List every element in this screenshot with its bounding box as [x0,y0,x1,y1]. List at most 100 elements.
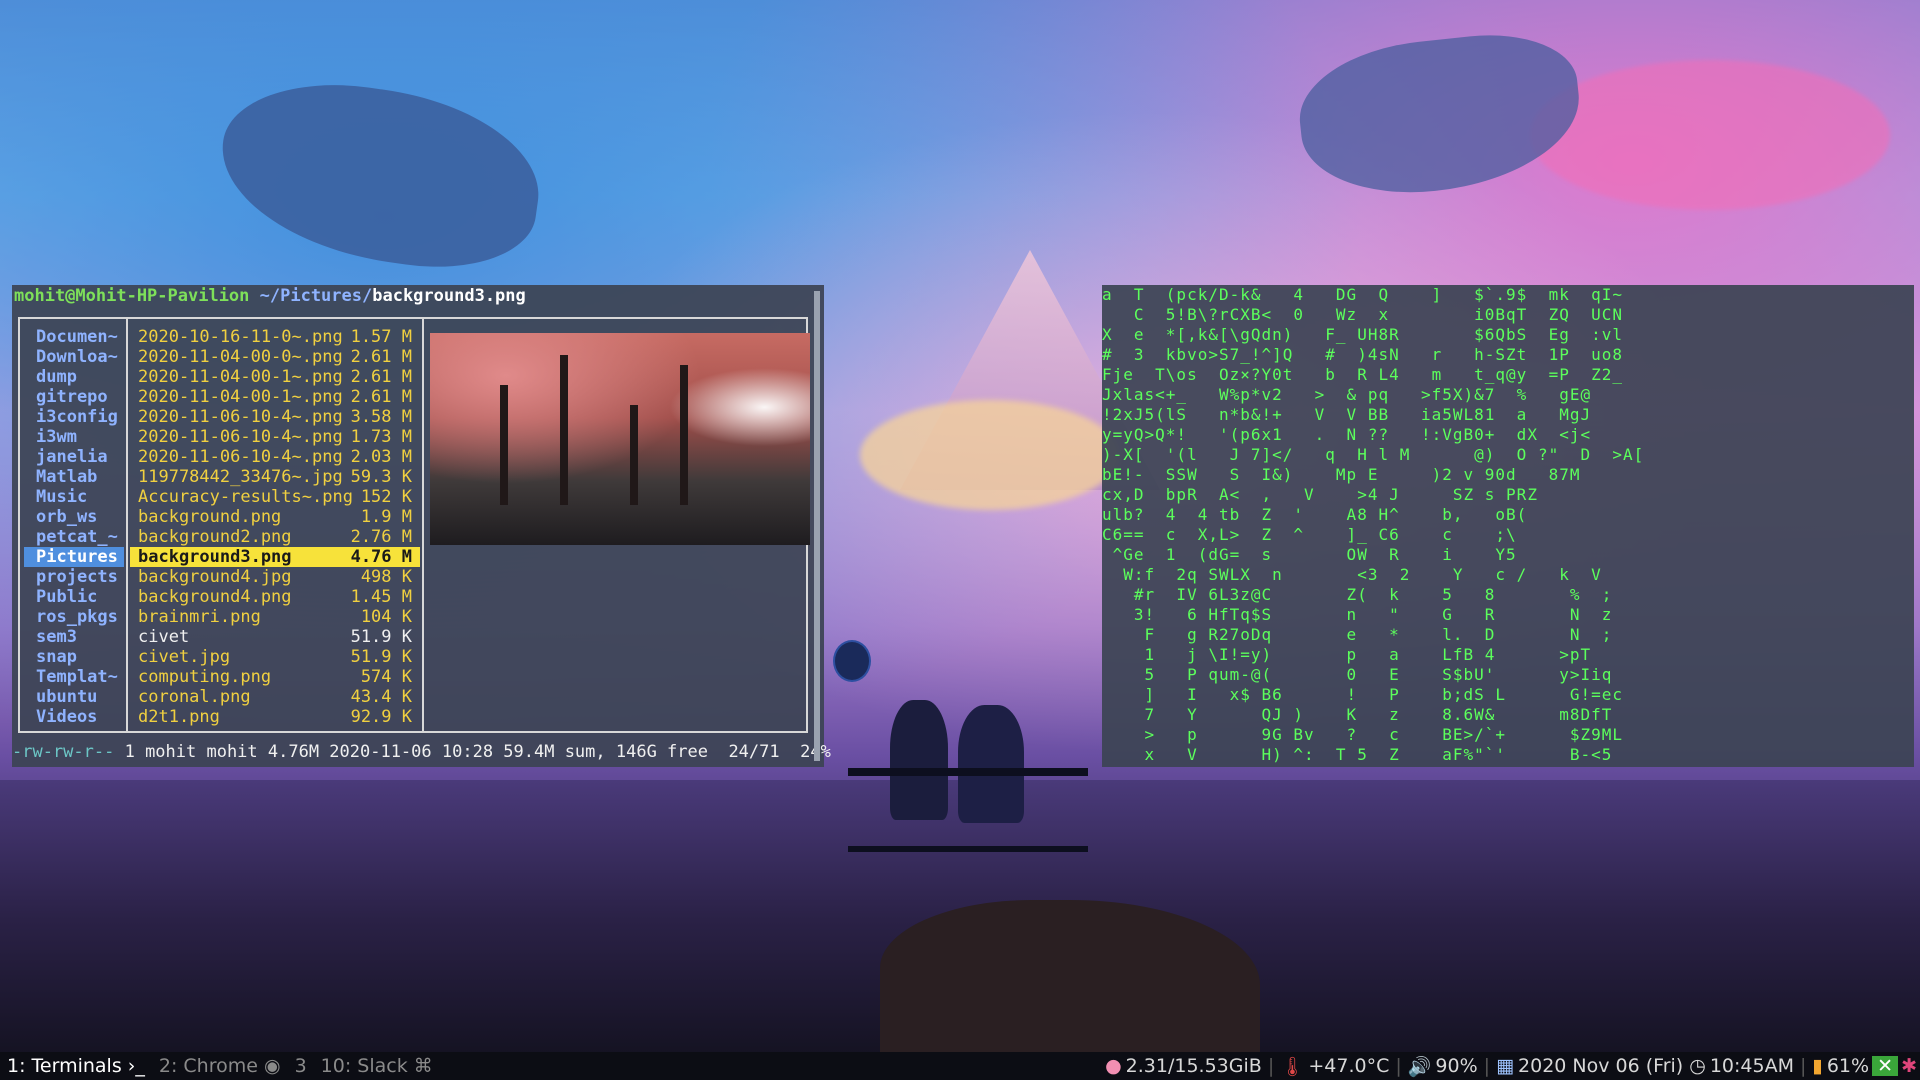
ranger-title: mohit@Mohit-HP-Pavilion ~/Pictures/backg… [14,285,526,307]
ranger-terminal-window[interactable]: mohit@Mohit-HP-Pavilion ~/Pictures/backg… [12,285,831,767]
file-item[interactable]: 2020-11-04-00-1~.png 2.61 M [130,367,420,387]
separator: | [1799,1055,1807,1077]
file-name: 2020-11-04-00-1~.png [138,387,343,407]
directory-item[interactable]: sem3 [24,627,124,647]
directory-item[interactable]: janelia [24,447,124,467]
directory-item[interactable]: Matlab [24,467,124,487]
wallpaper-sun [1530,60,1890,210]
workspace-button[interactable]: 1: Terminals ›_ [0,1052,152,1080]
file-item[interactable]: background4.jpg 498 K [130,567,420,587]
file-name: Accuracy-results~.png [138,487,353,507]
file-name: d2t1.png [138,707,220,727]
parent-directory-column: Documen~ Downloa~ dump gitrepo i3config i3wm j… [24,327,124,727]
image-preview [430,333,810,545]
directory-item[interactable]: Downloa~ [24,347,124,367]
workspace-button[interactable]: 2: Chrome ◉ [152,1052,288,1080]
file-name: background4.jpg [138,567,292,587]
file-item[interactable]: civet 51.9 K [130,627,420,647]
file-item[interactable]: computing.png 574 K [130,667,420,687]
file-item[interactable]: 2020-11-06-10-4~.png 1.73 M [130,427,420,447]
file-size: 43.4 K [350,687,412,707]
file-item[interactable]: brainmri.png 104 K [130,607,420,627]
directory-item[interactable]: gitrepo [24,387,124,407]
matrix-line: ulb? 4 4 tb Z ' A8 H^ b, oB( [1102,505,1528,524]
file-name: 2020-10-16-11-0~.png [138,327,343,347]
slack-tray-icon[interactable]: ✱ [1898,1055,1920,1077]
matrix-line: !2xJ5(lS n*b&!+ V V BB ia5WL81 a MgJ [1102,405,1592,424]
file-item[interactable]: d2t1.png 92.9 K [130,707,420,727]
matrix-line: ] I x$ B6 ! P b;dS L G!=ec [1102,685,1624,704]
directory-item[interactable]: i3config [24,407,124,427]
file-item[interactable]: 119778442_33476~.jpg 59.3 K [130,467,420,487]
directory-item[interactable]: orb_ws [24,507,124,527]
matrix-terminal-window[interactable]: a T (pck/D-k& 4 DG Q ] $`.9$ mk qI~ C 5!… [1102,285,1914,767]
directory-item[interactable]: petcat_~ [24,527,124,547]
preview-tree [560,355,568,505]
file-item[interactable]: civet.jpg 51.9 K [130,647,420,667]
wallpaper-foreground-rock [880,900,1260,1070]
file-item[interactable]: 2020-11-06-10-4~.png 3.58 M [130,407,420,427]
clock-icon: ◷ [1689,1055,1706,1077]
directory-item[interactable]: dump [24,367,124,387]
workspace-button[interactable]: 10: Slack ⌘ [314,1052,440,1080]
file-size: 498 K [360,567,412,587]
file-size: 152 K [360,487,412,507]
wallpaper-ground [0,780,1920,1060]
directory-item[interactable]: Music [24,487,124,507]
file-size: 104 K [360,607,412,627]
directory-item[interactable]: Pictures [24,547,124,567]
directory-item[interactable]: i3wm [24,427,124,447]
wallpaper-floating-rock [209,68,551,282]
file-name: 2020-11-04-00-1~.png [138,367,343,387]
file-item[interactable]: background4.png 1.45 M [130,587,420,607]
directory-item[interactable]: Public [24,587,124,607]
wallpaper-person [890,700,948,820]
temperature-value: +47.0°C [1308,1055,1390,1077]
file-name: civet [138,627,190,647]
file-name: background3.png [138,547,292,567]
date-block: ▦ 2020 Nov 06 (Fri) [1493,1055,1686,1077]
matrix-line: 5 P qum-@( 0 E S$bU' y>Iiq [1102,665,1613,684]
file-item[interactable]: 2020-11-04-00-1~.png 2.61 M [130,387,420,407]
directory-item[interactable]: snap [24,647,124,667]
file-item[interactable]: 2020-11-06-10-4~.png 2.03 M [130,447,420,467]
file-name: background.png [138,507,282,527]
file-item[interactable]: coronal.png 43.4 K [130,687,420,707]
file-item[interactable]: 2020-10-16-11-0~.png 1.57 M [130,327,420,347]
brain-icon: ● [1105,1055,1122,1077]
date-value: 2020 Nov 06 (Fri) [1518,1055,1684,1077]
calendar-icon: ▦ [1496,1055,1515,1077]
file-item[interactable]: background2.png 2.76 M [130,527,420,547]
directory-item[interactable]: ros_pkgs [24,607,124,627]
directory-item[interactable]: projects [24,567,124,587]
file-size: 92.9 K [350,707,412,727]
file-item[interactable]: background3.png 4.76 M [130,547,420,567]
file-item[interactable]: 2020-11-04-00-0~.png 2.61 M [130,347,420,367]
volume-block[interactable]: 🔊 90% [1405,1055,1481,1078]
time-value: 10:45AM [1709,1055,1794,1077]
directory-item[interactable]: Documen~ [24,327,124,347]
file-size: 51.9 K [350,647,412,667]
file-item[interactable]: Accuracy-results~.png 152 K [130,487,420,507]
workspace-button[interactable]: 3 [288,1052,314,1080]
matrix-line: 1 j \I!=y) p a LfB 4 >pT [1102,645,1592,664]
directory-item[interactable]: Videos [24,707,124,727]
i3-status-bar: 1: Terminals ›_ 2: Chrome ◉ 3 10: Slack ⌘ ●… [0,1052,1920,1080]
matrix-line: #r IV 6L3z@C Z( k 5 8 % ; [1102,585,1613,604]
wallpaper-bench [848,768,1088,852]
file-list-column: 2020-10-16-11-0~.png 1.57 M 2020-11-04-00-… [130,327,420,727]
close-icon[interactable]: ✕ [1872,1055,1899,1077]
scrollbar[interactable] [814,291,820,761]
matrix-line: bE!- SSW S I&) Mp E )2 v 90d 87M [1102,465,1581,484]
directory-item[interactable]: ubuntu [24,687,124,707]
file-item[interactable]: background.png 1.9 M [130,507,420,527]
time-block: ◷ 10:45AM [1686,1055,1797,1077]
directory-item[interactable]: Templat~ [24,667,124,687]
column-separator [126,319,128,731]
column-separator [422,319,424,731]
file-size: 1.9 M [360,507,412,527]
file-size: 2.61 M [350,347,412,367]
file-size: 51.9 K [350,627,412,647]
matrix-line: W:f 2q SWLX n <3 2 Y c / k V [1102,565,1602,584]
matrix-line: )-X[ '(l J 7]</ q H l M @) O ?" D >A[ [1102,445,1645,464]
